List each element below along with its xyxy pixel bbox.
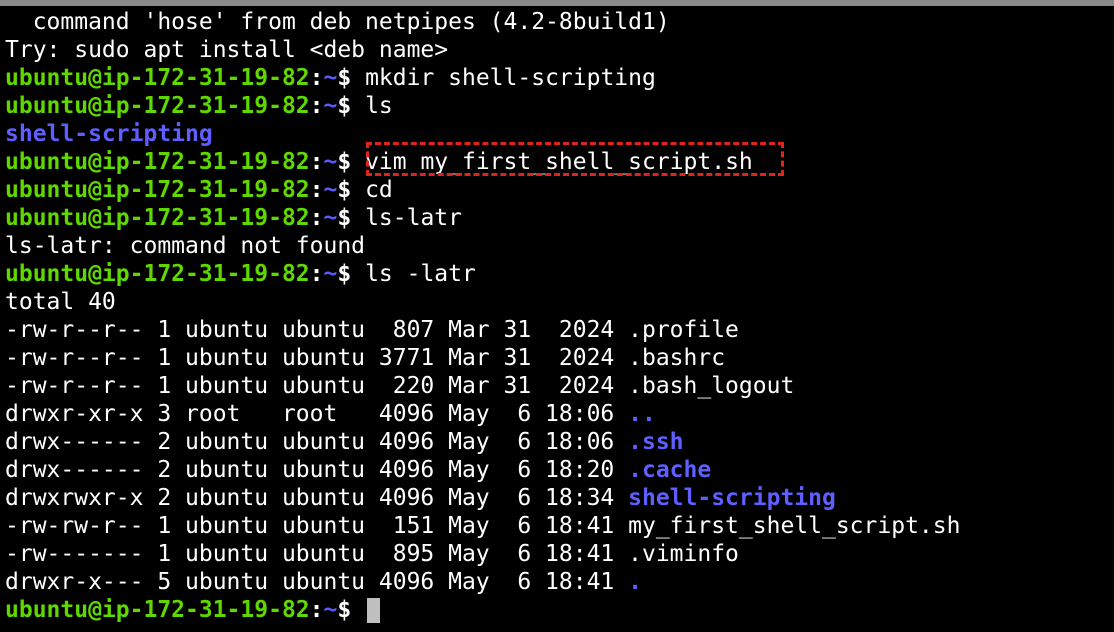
file-meta: drwx------ 2 ubuntu ubuntu 4096 May 6 18… [5, 429, 629, 455]
file-meta: drwxr-x--- 5 ubuntu ubuntu 4096 May 6 18… [5, 569, 629, 595]
prompt-path: ~ [323, 149, 338, 175]
prompt-user-host: ubuntu@ip-172-31-19-82 [5, 205, 310, 231]
prompt-dollar: $ [337, 261, 366, 287]
prompt-line: ubuntu@ip-172-31-19-82:~$ mkdir shell-sc… [5, 64, 960, 92]
prompt-colon: : [309, 149, 324, 175]
prompt-dollar: $ [337, 205, 366, 231]
file-meta: drwx------ 2 ubuntu ubuntu 4096 May 6 18… [5, 457, 629, 483]
command-text: ls -latr [365, 261, 476, 287]
file-meta: -rw-r--r-- 1 ubuntu ubuntu 220 Mar 31 20… [5, 373, 629, 399]
cursor-block [367, 598, 381, 623]
prompt-dollar: $ [337, 93, 366, 119]
active-prompt-line: ubuntu@ip-172-31-19-82:~$ [5, 596, 960, 624]
prompt-user-host: ubuntu@ip-172-31-19-82 [5, 177, 310, 203]
file-name: shell-scripting [628, 485, 836, 511]
prompt-line: ubuntu@ip-172-31-19-82:~$ cd [5, 176, 960, 204]
prompt-user-host: ubuntu@ip-172-31-19-82 [5, 261, 310, 287]
prompt-user-host: ubuntu@ip-172-31-19-82 [5, 597, 310, 623]
prompt-path: ~ [323, 205, 338, 231]
file-meta: drwxr-xr-x 3 root root 4096 May 6 18:06 [5, 401, 629, 427]
prompt-line: ubuntu@ip-172-31-19-82:~$ vim my_first_s… [5, 142, 960, 176]
file-name: my_first_shell_script.sh [628, 513, 961, 539]
file-name: .cache [628, 457, 712, 483]
file-name: .bashrc [628, 345, 726, 371]
file-meta: -rw-r--r-- 1 ubuntu ubuntu 3771 Mar 31 2… [5, 345, 629, 371]
prompt-dollar: $ [337, 65, 366, 91]
command-text: mkdir shell-scripting [365, 65, 656, 91]
listing-row: drwxr-xr-x 3 root root 4096 May 6 18:06 … [5, 400, 960, 428]
prompt-line: ubuntu@ip-172-31-19-82:~$ ls -latr [5, 260, 960, 288]
listing-row: -rw------- 1 ubuntu ubuntu 895 May 6 18:… [5, 540, 960, 568]
window-top-edge [0, 0, 1114, 6]
prompt-user-host: ubuntu@ip-172-31-19-82 [5, 65, 310, 91]
prompt-colon: : [309, 205, 324, 231]
command-text: cd [365, 177, 393, 203]
listing-row: -rw-r--r-- 1 ubuntu ubuntu 3771 Mar 31 2… [5, 344, 960, 372]
prompt-path: ~ [323, 261, 338, 287]
prompt-dollar: $ [337, 149, 366, 175]
listing-row: -rw-r--r-- 1 ubuntu ubuntu 807 Mar 31 20… [5, 316, 960, 344]
output-line: command 'hose' from deb netpipes (4.2-8b… [5, 8, 960, 36]
prompt-line: ubuntu@ip-172-31-19-82:~$ ls-latr [5, 204, 960, 232]
prompt-path: ~ [323, 177, 338, 203]
listing-row: -rw-rw-r-- 1 ubuntu ubuntu 151 May 6 18:… [5, 512, 960, 540]
listing-row: drwx------ 2 ubuntu ubuntu 4096 May 6 18… [5, 456, 960, 484]
output-line: ls-latr: command not found [5, 232, 960, 260]
output-text: ls-latr: command not found [5, 233, 366, 259]
terminal-output: command 'hose' from deb netpipes (4.2-8b… [5, 8, 960, 624]
prompt-colon: : [309, 93, 324, 119]
output-text: total 40 [5, 289, 116, 315]
prompt-colon: : [309, 261, 324, 287]
command-text: ls [365, 93, 393, 119]
file-meta: -rw-r--r-- 1 ubuntu ubuntu 807 Mar 31 20… [5, 317, 629, 343]
directory-name: shell-scripting [5, 121, 213, 147]
file-name: .ssh [628, 429, 684, 455]
command-text: ls-latr [365, 205, 462, 231]
prompt-path: ~ [323, 597, 338, 623]
prompt-colon: : [309, 65, 324, 91]
prompt-line: ubuntu@ip-172-31-19-82:~$ ls [5, 92, 960, 120]
terminal-window[interactable]: command 'hose' from deb netpipes (4.2-8b… [0, 0, 1114, 632]
highlight-annotation-box [366, 142, 784, 176]
output-line: total 40 [5, 288, 960, 316]
listing-row: drwxr-x--- 5 ubuntu ubuntu 4096 May 6 18… [5, 568, 960, 596]
prompt-path: ~ [323, 65, 338, 91]
file-meta: drwxrwxr-x 2 ubuntu ubuntu 4096 May 6 18… [5, 485, 629, 511]
output-text: command 'hose' from deb netpipes (4.2-8b… [5, 9, 670, 35]
prompt-user-host: ubuntu@ip-172-31-19-82 [5, 93, 310, 119]
prompt-user-host: ubuntu@ip-172-31-19-82 [5, 149, 310, 175]
prompt-path: ~ [323, 93, 338, 119]
prompt-colon: : [309, 177, 324, 203]
output-line: Try: sudo apt install <deb name> [5, 36, 960, 64]
listing-row: drwxrwxr-x 2 ubuntu ubuntu 4096 May 6 18… [5, 484, 960, 512]
file-name: . [628, 569, 642, 595]
file-name: .. [628, 401, 656, 427]
file-name: .profile [628, 317, 739, 343]
listing-row: -rw-r--r-- 1 ubuntu ubuntu 220 Mar 31 20… [5, 372, 960, 400]
prompt-dollar: $ [337, 177, 366, 203]
file-meta: -rw------- 1 ubuntu ubuntu 895 May 6 18:… [5, 541, 629, 567]
listing-row: drwx------ 2 ubuntu ubuntu 4096 May 6 18… [5, 428, 960, 456]
file-name: .viminfo [628, 541, 739, 567]
file-name: .bash_logout [628, 373, 795, 399]
prompt-dollar: $ [337, 597, 366, 623]
file-meta: -rw-rw-r-- 1 ubuntu ubuntu 151 May 6 18:… [5, 513, 629, 539]
prompt-colon: : [309, 597, 324, 623]
output-text: Try: sudo apt install <deb name> [5, 37, 449, 63]
